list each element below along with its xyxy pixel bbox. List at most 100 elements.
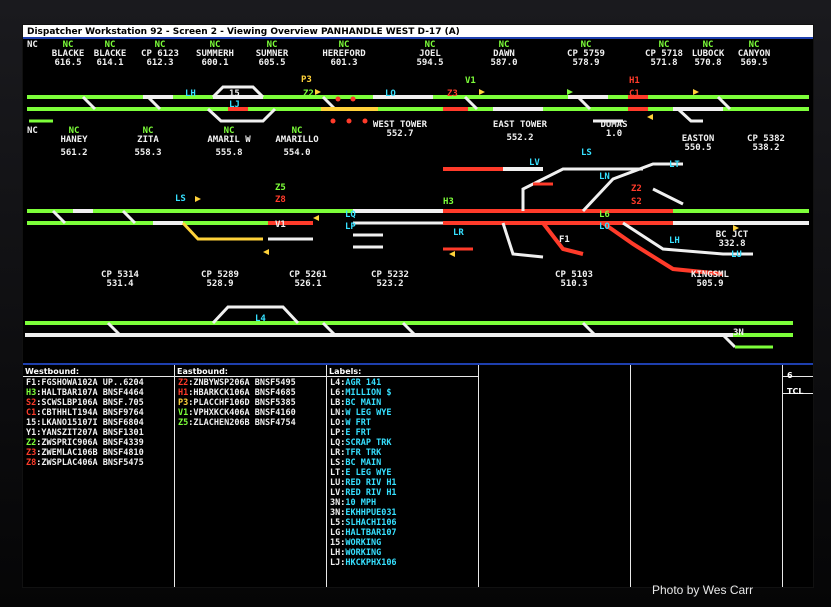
label-row[interactable]: LP:E FRT (330, 429, 371, 438)
train-row[interactable]: C1:CBTHHLT194A BNSF9764 (26, 409, 144, 418)
location-dawn[interactable]: NC DAWN 587.0 (479, 41, 529, 68)
train-row[interactable]: Z2:ZNBYWSP206A BNSF5495 (178, 379, 296, 388)
label-row[interactable]: LR:TFR TRK (330, 449, 381, 458)
track-tag-lo[interactable]: LO (599, 223, 610, 232)
track-tag-l4[interactable]: L4 (255, 315, 266, 324)
label-text: WORKING (345, 538, 382, 548)
label-row[interactable]: LO:W FRT (330, 419, 371, 428)
location-amaril-w[interactable]: NC AMARIL W 555.8 (199, 127, 259, 158)
train-row[interactable]: H3:HALTBAR107A BNSF4464 (26, 389, 144, 398)
train-row[interactable]: S2:SCWSLBP106A BNSF.705 (26, 399, 144, 408)
location-cp5232[interactable]: CP 5232 523.2 (363, 271, 417, 289)
label-row[interactable]: LU:RED RIV H1 (330, 479, 397, 488)
location-cp6123[interactable]: NC CP 6123 612.3 (135, 41, 185, 68)
train-tag-z2[interactable]: Z2 (631, 185, 642, 194)
location-sumner[interactable]: NC SUMNER 605.5 (247, 41, 297, 68)
label-row[interactable]: LN:W LEG WYE (330, 409, 391, 418)
location-bc-jct[interactable]: BC JCT 332.8 (707, 231, 757, 249)
location-cp5759[interactable]: NC CP 5759 578.9 (561, 41, 611, 68)
train-row[interactable]: Z8:ZWSPLAC406A BNSF5475 (26, 459, 144, 468)
train-tag-z8[interactable]: Z8 (275, 196, 286, 205)
train-symbol: C1 (26, 408, 37, 418)
location-canyon[interactable]: NC CANYON 569.5 (729, 41, 779, 68)
label-row[interactable]: LG:HALTBAR107 (330, 529, 397, 538)
location-name: AMARILLO (275, 135, 319, 145)
train-tag-z5[interactable]: Z5 (275, 184, 286, 193)
track-tag-lv[interactable]: LV (529, 159, 540, 168)
location-east-tower[interactable]: EAST TOWER 552.2 (485, 121, 555, 143)
label-row[interactable]: LS:BC MAIN (330, 459, 381, 468)
train-tag-s2[interactable]: S2 (631, 198, 642, 207)
train-row[interactable]: P3:PLACCHF106D BNSF5385 (178, 399, 296, 408)
track-tag-lu[interactable]: LU (731, 251, 742, 260)
track-tag-l6[interactable]: L6 (599, 211, 610, 220)
train-row[interactable]: V1:VPHXKCK406A BNSF4160 (178, 409, 296, 418)
track-tag-lq[interactable]: LQ (345, 211, 356, 220)
train-tag-h3[interactable]: H3 (443, 198, 454, 207)
train-row[interactable]: Z2:ZWSPRIC906A BNSF4339 (26, 439, 144, 448)
location-cp5103[interactable]: CP 5103 510.3 (547, 271, 601, 289)
train-tag-f1[interactable]: F1 (559, 236, 570, 245)
location-hereford[interactable]: NC HEREFORD 601.3 (319, 41, 369, 68)
track-tag-ls[interactable]: LS (175, 195, 186, 204)
train-id: HALTBAR107A BNSF4464 (41, 388, 144, 398)
switch-lock (346, 118, 352, 124)
tcl-button[interactable]: TCL (787, 387, 803, 396)
label-row[interactable]: 15:WORKING (330, 539, 381, 548)
label-row[interactable]: L5:SLHACHI106 (330, 519, 397, 528)
label-row[interactable]: LQ:SCRAP TRK (330, 439, 391, 448)
milepost: 552.2 (506, 133, 534, 143)
location-blacke-east[interactable]: NC BLACKE 614.1 (85, 41, 135, 68)
location-joel[interactable]: NC JOEL 594.5 (405, 41, 455, 68)
train-tag-z2[interactable]: Z2 (303, 90, 314, 99)
train-row[interactable]: Z3:ZWEMLAC106B BNSF4810 (26, 449, 144, 458)
location-zita[interactable]: NC ZITA 558.3 (121, 127, 175, 158)
track-tag-lt[interactable]: LT (669, 161, 680, 170)
page-number[interactable]: 6 (787, 371, 793, 380)
location-cp5289[interactable]: CP 5289 528.9 (193, 271, 247, 289)
location-amarillo[interactable]: NC AMARILLO 554.0 (267, 127, 327, 158)
eastbound-header: Eastbound: (177, 367, 228, 376)
track-tag-lr[interactable]: LR (453, 229, 464, 238)
label-row[interactable]: LJ:HKCKPHX106 (330, 559, 397, 568)
train-row[interactable]: Y1:YANSZIT207A BNSF1301 (26, 429, 144, 438)
train-tag-c1[interactable]: C1 (629, 90, 640, 99)
location-easton[interactable]: EASTON 550.5 (673, 135, 723, 153)
location-haney[interactable]: NC HANEY 561.2 (47, 127, 101, 158)
train-tag-v1[interactable]: V1 (275, 221, 286, 230)
label-row[interactable]: LV:RED RIV H1 (330, 489, 397, 498)
location-west-tower[interactable]: WEST TOWER 552.7 (365, 121, 435, 139)
track-tag-ln[interactable]: LN (599, 173, 610, 182)
location-summerh[interactable]: NC SUMMERH 600.1 (190, 41, 240, 68)
train-tag-15[interactable]: 15 (229, 90, 240, 99)
label-row[interactable]: 3N:10 MPH (330, 499, 376, 508)
train-row[interactable]: 15:LKANO15107I BNSF6804 (26, 419, 144, 428)
track-tag-3n[interactable]: 3N (733, 329, 744, 338)
track-tag-ls-2[interactable]: LS (581, 149, 592, 158)
label-row[interactable]: LT:E LEG WYE (330, 469, 391, 478)
label-row[interactable]: L6:MILLION $ (330, 389, 391, 398)
location-lubock[interactable]: NC LUBOCK 570.8 (683, 41, 733, 68)
track-tag-lj[interactable]: LJ (229, 101, 240, 110)
label-row[interactable]: LH:WORKING (330, 549, 381, 558)
train-tag-h1[interactable]: H1 (629, 77, 640, 86)
label-row[interactable]: 3N:EKHHPUE031 (330, 509, 397, 518)
train-tag-p3[interactable]: P3 (301, 76, 312, 85)
location-cp5314[interactable]: CP 5314 531.4 (93, 271, 147, 289)
track-tag-lh[interactable]: LH (185, 90, 196, 99)
location-dumas[interactable]: DUMAS 1.0 (589, 121, 639, 139)
track-tag-lp[interactable]: LP (345, 223, 356, 232)
location-cp5261[interactable]: CP 5261 526.1 (281, 271, 335, 289)
track-tag-lh[interactable]: LH (669, 237, 680, 246)
train-tag-z3[interactable]: Z3 (447, 90, 458, 99)
location-cp5718[interactable]: NC CP 5718 571.8 (639, 41, 689, 68)
train-row[interactable]: Z5:ZLACHEN206B BNSF4754 (178, 419, 296, 428)
train-row[interactable]: F1:FGSHOWA102A UP..6204 (26, 379, 144, 388)
train-row[interactable]: H1:HBARKCK106A BNSF4685 (178, 389, 296, 398)
label-row[interactable]: LB:BC MAIN (330, 399, 381, 408)
location-kingsml[interactable]: KINGSML 505.9 (683, 271, 737, 289)
track-tag-lo[interactable]: LO (385, 90, 396, 99)
train-tag-v1[interactable]: V1 (465, 77, 476, 86)
label-row[interactable]: L4:AGR 141 (330, 379, 381, 388)
location-cp5382[interactable]: CP 5382 538.2 (739, 135, 793, 153)
